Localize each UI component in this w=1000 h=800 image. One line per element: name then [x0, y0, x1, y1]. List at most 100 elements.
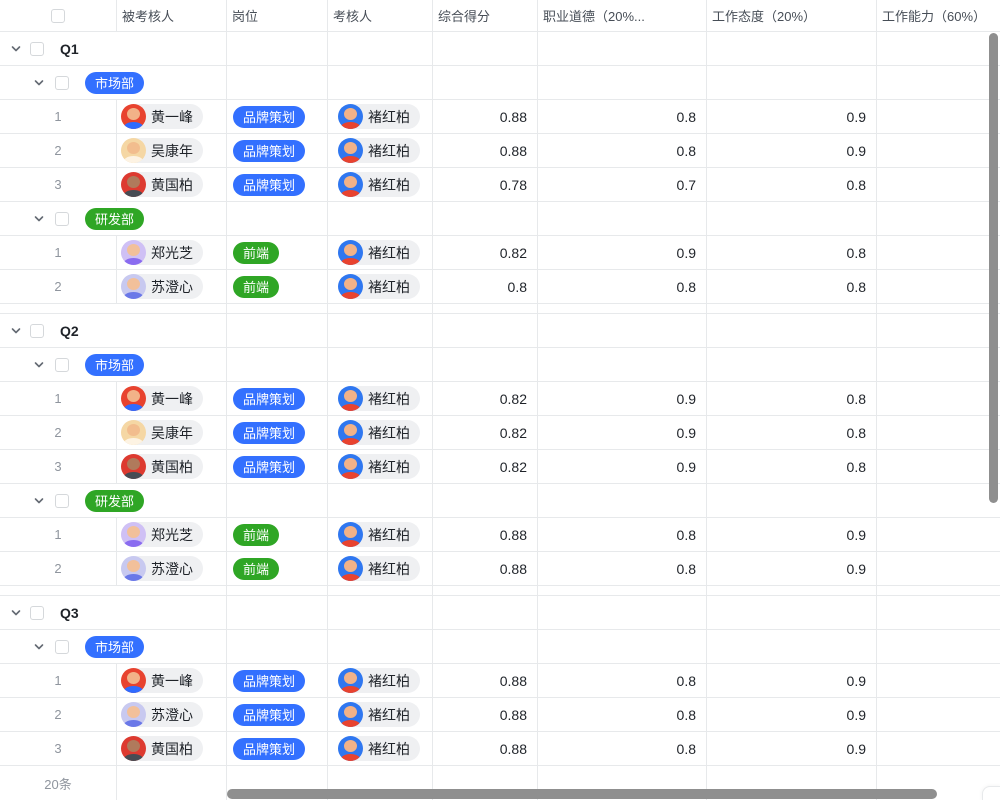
assessee-chip[interactable]: 吴康年 — [121, 138, 203, 163]
row-checkbox[interactable] — [55, 640, 69, 654]
row-index-cell: 3 — [0, 168, 117, 201]
assessee-chip[interactable]: 郑光芝 — [121, 240, 203, 265]
row-checkbox[interactable] — [30, 42, 44, 56]
position-tag[interactable]: 品牌策划 — [233, 174, 305, 196]
assessee-chip[interactable]: 黄一峰 — [121, 104, 203, 129]
position-tag[interactable]: 前端 — [233, 524, 279, 546]
position-tag[interactable]: 前端 — [233, 276, 279, 298]
table-row[interactable]: 3黄国柏品牌策划褚红柏0.780.70.8 — [0, 168, 1000, 202]
score-cell-overall: 0.88 — [433, 100, 538, 133]
table-row[interactable]: 3黄国柏品牌策划褚红柏0.820.90.8 — [0, 450, 1000, 484]
empty-cell — [707, 304, 877, 313]
assessee-cell: 郑光芝 — [117, 236, 227, 269]
row-checkbox[interactable] — [30, 324, 44, 338]
chevron-down-icon[interactable] — [33, 213, 45, 225]
assessee-chip[interactable]: 黄国柏 — [121, 172, 203, 197]
position-tag[interactable]: 品牌策划 — [233, 106, 305, 128]
column-header-overall[interactable]: 综合得分 — [433, 0, 538, 31]
avatar-face — [127, 108, 140, 120]
table-row[interactable]: 2吴康年品牌策划褚红柏0.820.90.8 — [0, 416, 1000, 450]
dept-group-row: 市场部 — [0, 630, 1000, 664]
assessee-chip[interactable]: 黄国柏 — [121, 454, 203, 479]
assessor-chip[interactable]: 褚红柏 — [338, 138, 420, 163]
row-checkbox[interactable] — [55, 358, 69, 372]
avatar-shirt — [124, 720, 143, 727]
table-row[interactable]: 2苏澄心前端褚红柏0.880.80.9 — [0, 552, 1000, 586]
position-tag[interactable]: 品牌策划 — [233, 670, 305, 692]
table-row[interactable]: 1郑光芝前端褚红柏0.820.90.8 — [0, 236, 1000, 270]
assessee-cell: 黄一峰 — [117, 100, 227, 133]
table-row[interactable]: 2苏澄心前端褚红柏0.80.80.8 — [0, 270, 1000, 304]
score-cell-overall: 0.88 — [433, 664, 538, 697]
score-cell-ethics: 0.8 — [538, 732, 707, 765]
row-checkbox[interactable] — [51, 9, 65, 23]
assessor-chip[interactable]: 褚红柏 — [338, 454, 420, 479]
column-header-position[interactable]: 岗位 — [227, 0, 328, 31]
dept-tag[interactable]: 研发部 — [85, 208, 144, 230]
assessee-chip[interactable]: 郑光芝 — [121, 522, 203, 547]
position-tag[interactable]: 品牌策划 — [233, 738, 305, 760]
row-checkbox[interactable] — [55, 494, 69, 508]
record-count: 20条 — [44, 774, 71, 793]
assessor-chip[interactable]: 褚红柏 — [338, 420, 420, 445]
table-row[interactable]: 1黄一峰品牌策划褚红柏0.880.80.9 — [0, 664, 1000, 698]
dept-tag[interactable]: 研发部 — [85, 490, 144, 512]
vertical-scrollbar-thumb[interactable] — [989, 33, 998, 503]
chevron-down-icon[interactable] — [33, 495, 45, 507]
score-cell-overall: 0.88 — [433, 698, 538, 731]
assessee-cell: 黄国柏 — [117, 732, 227, 765]
assessee-chip[interactable]: 苏澄心 — [121, 556, 203, 581]
row-checkbox[interactable] — [55, 76, 69, 90]
column-header-attitude[interactable]: 工作态度（20%） — [707, 0, 877, 31]
assessee-chip[interactable]: 苏澄心 — [121, 702, 203, 727]
chevron-down-icon[interactable] — [33, 641, 45, 653]
table-row[interactable]: 2吴康年品牌策划褚红柏0.880.80.9 — [0, 134, 1000, 168]
assessee-chip-name: 郑光芝 — [151, 243, 193, 263]
assessor-chip[interactable]: 褚红柏 — [338, 522, 420, 547]
assessee-chip[interactable]: 黄一峰 — [121, 386, 203, 411]
table-row[interactable]: 1黄一峰品牌策划褚红柏0.880.80.9 — [0, 100, 1000, 134]
dept-tag[interactable]: 市场部 — [85, 636, 144, 658]
assessee-chip[interactable]: 吴康年 — [121, 420, 203, 445]
assessor-chip[interactable]: 褚红柏 — [338, 702, 420, 727]
assessor-chip[interactable]: 褚红柏 — [338, 556, 420, 581]
position-tag[interactable]: 品牌策划 — [233, 456, 305, 478]
empty-cell — [707, 630, 877, 663]
assessor-chip[interactable]: 褚红柏 — [338, 172, 420, 197]
dept-tag[interactable]: 市场部 — [85, 354, 144, 376]
position-tag[interactable]: 前端 — [233, 558, 279, 580]
position-tag[interactable]: 品牌策划 — [233, 140, 305, 162]
assessor-chip[interactable]: 褚红柏 — [338, 274, 420, 299]
assessor-chip[interactable]: 褚红柏 — [338, 104, 420, 129]
position-tag[interactable]: 品牌策划 — [233, 422, 305, 444]
assessor-chip[interactable]: 褚红柏 — [338, 386, 420, 411]
chevron-down-icon[interactable] — [33, 359, 45, 371]
row-checkbox[interactable] — [30, 606, 44, 620]
assessor-chip[interactable]: 褚红柏 — [338, 240, 420, 265]
position-tag[interactable]: 品牌策划 — [233, 704, 305, 726]
column-header-assessor[interactable]: 考核人 — [328, 0, 433, 31]
assessor-chip[interactable]: 褚红柏 — [338, 668, 420, 693]
dept-tag[interactable]: 市场部 — [85, 72, 144, 94]
assessee-chip[interactable]: 苏澄心 — [121, 274, 203, 299]
assessee-chip[interactable]: 黄国柏 — [121, 736, 203, 761]
assessor-chip[interactable]: 褚红柏 — [338, 736, 420, 761]
table-row[interactable]: 1黄一峰品牌策划褚红柏0.820.90.8 — [0, 382, 1000, 416]
chevron-down-icon[interactable] — [10, 325, 22, 337]
column-header-ethics[interactable]: 职业道德（20%... — [538, 0, 707, 31]
table-row[interactable]: 2苏澄心品牌策划褚红柏0.880.80.9 — [0, 698, 1000, 732]
position-tag[interactable]: 品牌策划 — [233, 388, 305, 410]
chevron-down-icon[interactable] — [33, 77, 45, 89]
column-header-assessee[interactable]: 被考核人 — [117, 0, 227, 31]
horizontal-scrollbar-thumb[interactable] — [227, 789, 937, 799]
position-tag[interactable]: 前端 — [233, 242, 279, 264]
row-checkbox[interactable] — [55, 212, 69, 226]
table-row[interactable]: 3黄国柏品牌策划褚红柏0.880.80.9 — [0, 732, 1000, 766]
avatar-face — [127, 390, 140, 402]
chevron-down-icon[interactable] — [10, 607, 22, 619]
chevron-down-icon[interactable] — [10, 43, 22, 55]
table-row[interactable]: 1郑光芝前端褚红柏0.880.80.9 — [0, 518, 1000, 552]
assessee-chip[interactable]: 黄一峰 — [121, 668, 203, 693]
column-header-ability[interactable]: 工作能力（60%） — [877, 0, 1000, 31]
avatar-face — [127, 424, 140, 436]
